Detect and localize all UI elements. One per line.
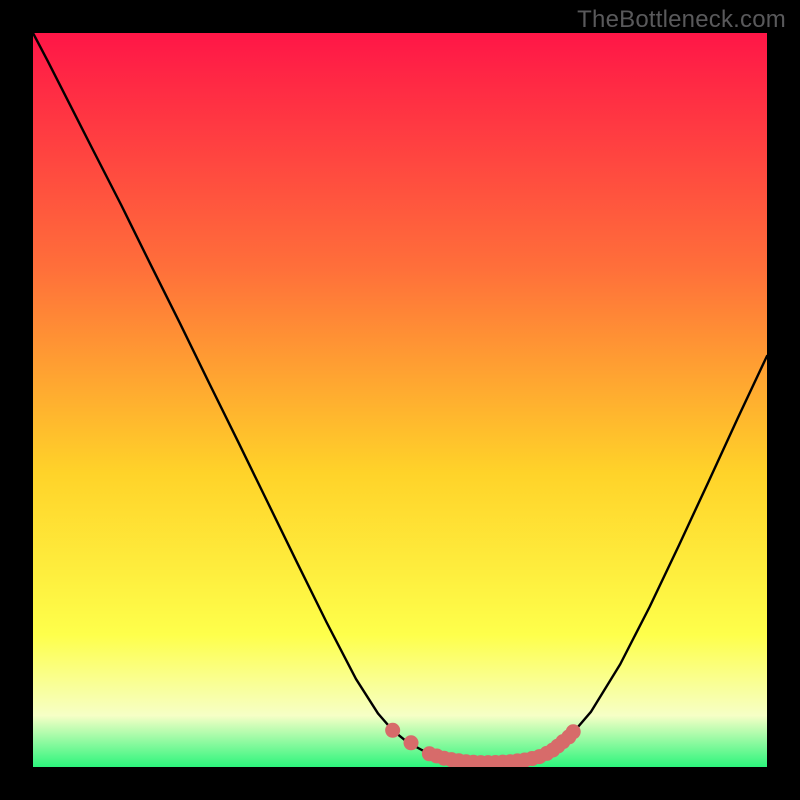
curve-marker (404, 735, 419, 750)
plot-area (33, 33, 767, 767)
chart-stage: TheBottleneck.com (0, 0, 800, 800)
watermark-text: TheBottleneck.com (577, 6, 786, 34)
curve-marker (566, 724, 581, 739)
plot-svg (33, 33, 767, 767)
curve-marker (385, 723, 400, 738)
gradient-panel (33, 33, 767, 767)
